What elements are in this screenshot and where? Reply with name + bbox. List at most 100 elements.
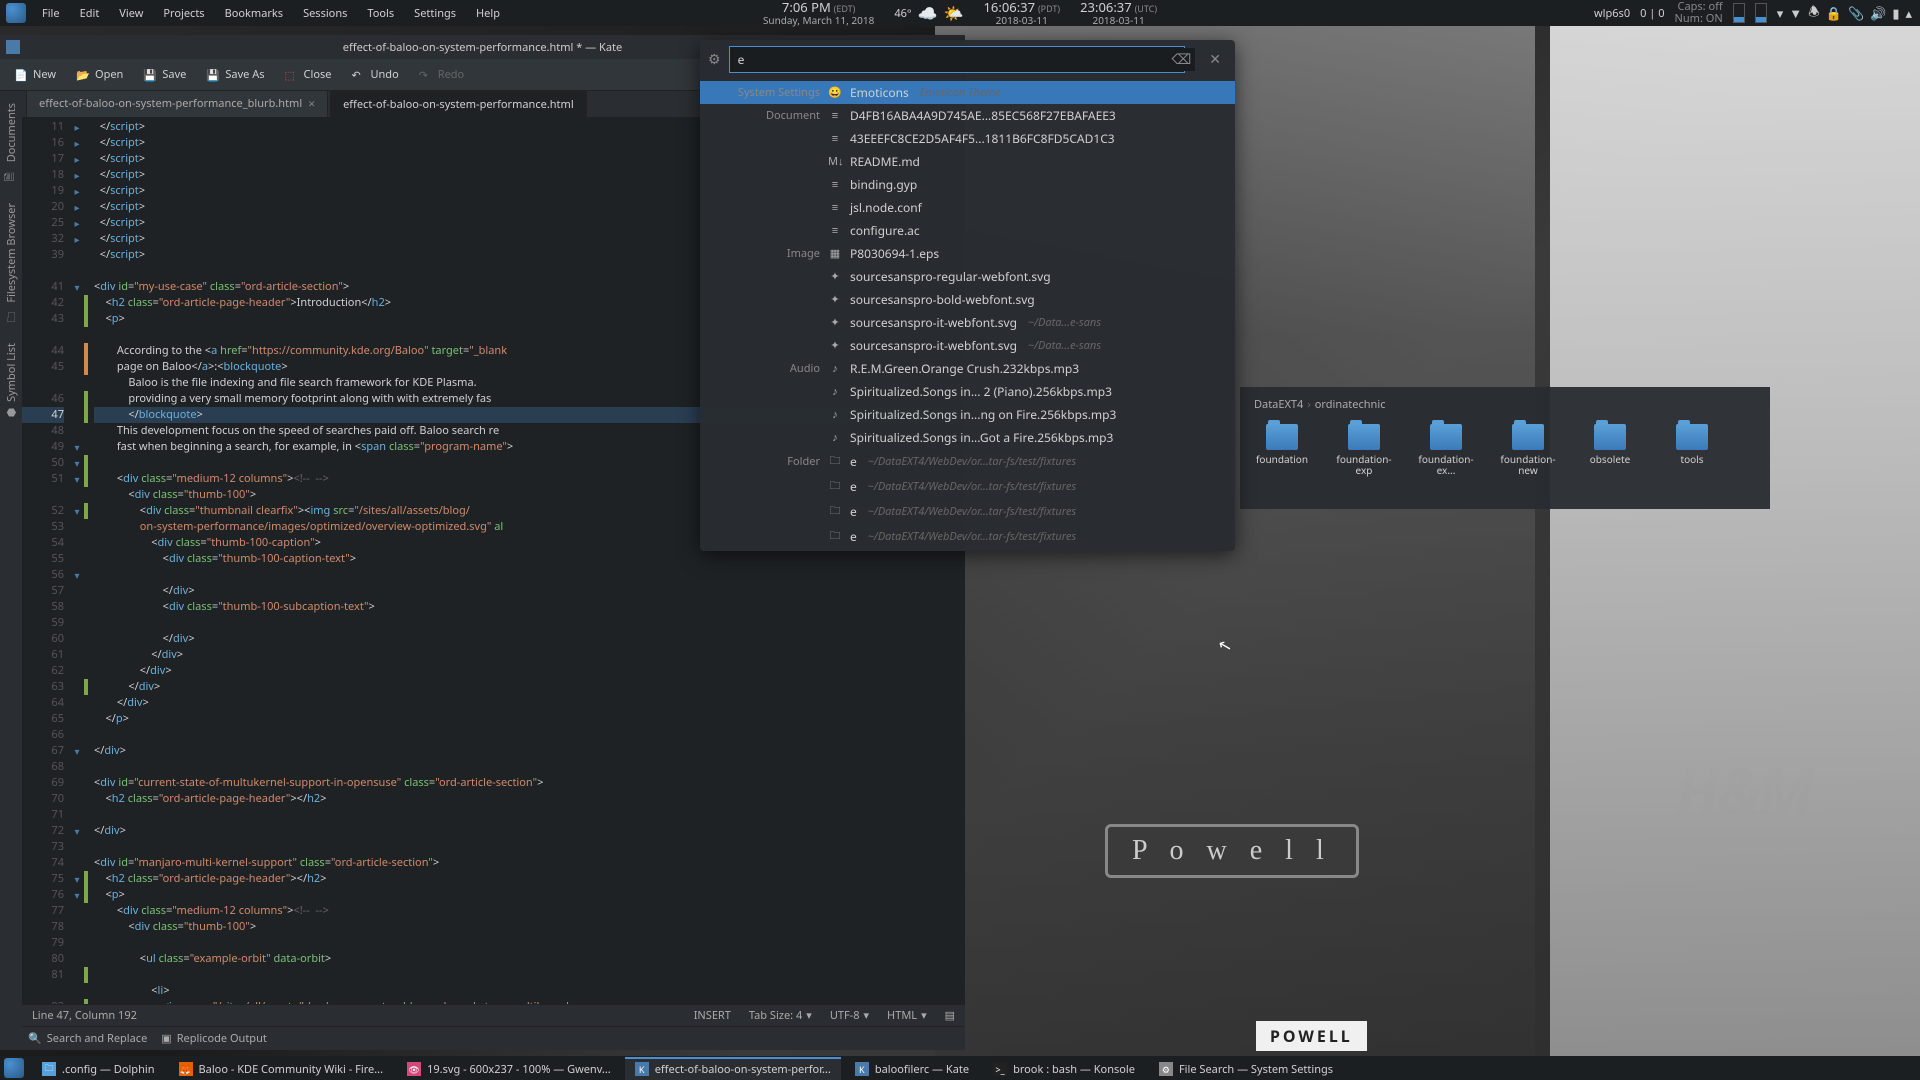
task-item[interactable]: Kbaloofilerc — Kate bbox=[845, 1057, 979, 1080]
krunner-result[interactable]: M↓README.md bbox=[700, 150, 1235, 173]
krunner-clear-icon[interactable]: ⌫ bbox=[1167, 48, 1195, 71]
kate-tab-1[interactable]: effect-of-baloo-on-system-performance.ht… bbox=[330, 91, 587, 117]
battery-icon[interactable]: ▮ bbox=[1892, 4, 1899, 22]
result-icon: M↓ bbox=[828, 154, 842, 169]
task-item[interactable]: >_brook : bash — Konsole bbox=[983, 1057, 1145, 1080]
menu-file[interactable]: File bbox=[32, 1, 70, 26]
close-button[interactable]: ⬚Close bbox=[277, 63, 340, 86]
redo-button[interactable]: ↷Redo bbox=[411, 63, 472, 86]
krunner-result[interactable]: ✦sourcesanspro-it-webfont.svg ~/Data...e… bbox=[700, 311, 1235, 334]
krunner-category: Folder bbox=[710, 454, 820, 469]
menu-tools[interactable]: Tools bbox=[357, 1, 404, 26]
tab-size[interactable]: Tab Size: 4▾ bbox=[749, 1008, 812, 1023]
result-icon: ✦ bbox=[828, 338, 842, 353]
dolphin-breadcrumb[interactable]: DataEXT4›ordinatechnic bbox=[1248, 395, 1762, 414]
krunner-result[interactable]: ✦sourcesanspro-it-webfont.svg ~/Data...e… bbox=[700, 334, 1235, 357]
menu-sessions[interactable]: Sessions bbox=[293, 1, 357, 26]
krunner-result[interactable]: Audio♪R.E.M.Green.Orange Crush.232kbps.m… bbox=[700, 357, 1235, 380]
krunner-result[interactable]: ♪Spiritualized.Songs in...ng on Fire.256… bbox=[700, 403, 1235, 426]
replicode-button[interactable]: ▣Replicode Output bbox=[161, 1031, 267, 1046]
krunner-result[interactable]: ≡jsl.node.conf bbox=[700, 196, 1235, 219]
undo-button[interactable]: ↶Undo bbox=[343, 63, 406, 86]
folder-item[interactable]: foundation-new bbox=[1498, 424, 1558, 476]
menu-settings[interactable]: Settings bbox=[404, 1, 466, 26]
save-button[interactable]: 💾Save bbox=[135, 63, 194, 86]
task-item[interactable]: 🗀.config — Dolphin bbox=[32, 1057, 165, 1080]
chevron-down-icon: ▾ bbox=[921, 1008, 927, 1023]
krunner-close-icon[interactable]: ✕ bbox=[1203, 48, 1227, 71]
language-mode[interactable]: HTML▾ bbox=[887, 1008, 927, 1023]
insert-mode[interactable]: INSERT bbox=[694, 1008, 731, 1023]
folder-icon bbox=[1594, 424, 1626, 450]
folder-item[interactable]: obsolete bbox=[1580, 424, 1640, 476]
menu-bookmarks[interactable]: Bookmarks bbox=[215, 1, 293, 26]
folder-icon bbox=[1430, 424, 1462, 450]
clock-1[interactable]: 16:06:37 (PDT)2018-03-11 bbox=[983, 0, 1060, 26]
bluetooth-icon[interactable]: 🕭 bbox=[1808, 2, 1820, 25]
more-icon[interactable]: ▴ bbox=[1905, 4, 1912, 22]
folder-item[interactable]: foundation-exp bbox=[1334, 424, 1394, 476]
sidebar-filesystem[interactable]: 🗀Filesystem Browser bbox=[0, 195, 23, 333]
gauge-1 bbox=[1733, 3, 1745, 23]
krunner-result[interactable]: ≡configure.ac bbox=[700, 219, 1235, 242]
krunner-result[interactable]: ♪Spiritualized.Songs in...Got a Fire.256… bbox=[700, 426, 1235, 449]
krunner-result[interactable]: Image▦P8030694-1.eps bbox=[700, 242, 1235, 265]
lock-icon[interactable]: 🔒 bbox=[1826, 4, 1842, 22]
network-label[interactable]: wlp6s0 bbox=[1594, 6, 1630, 21]
volume-icon[interactable]: 🔊 bbox=[1870, 4, 1886, 22]
task-item[interactable]: ⚙File Search — System Settings bbox=[1149, 1057, 1343, 1080]
open-button[interactable]: 📂Open bbox=[68, 63, 131, 86]
krunner-result[interactable]: ♪Spiritualized.Songs in... 2 (Piano).256… bbox=[700, 380, 1235, 403]
split-icon[interactable]: ▤ bbox=[945, 1008, 955, 1023]
task-item[interactable]: 🦊Baloo - KDE Community Wiki - Fire... bbox=[169, 1057, 394, 1080]
search-replace-button[interactable]: 🔍Search and Replace bbox=[28, 1031, 147, 1046]
krunner-input[interactable] bbox=[729, 46, 1186, 73]
krunner-result[interactable]: System Settings😀Emoticons Emoticon Theme bbox=[700, 81, 1235, 104]
task-item[interactable]: 👁19.svg - 600x237 - 100% — Gwenv... bbox=[397, 1057, 621, 1080]
krunner-settings-icon[interactable]: ⚙ bbox=[708, 50, 721, 69]
krunner-result[interactable]: ≡43EEEFC8CE2D5AF4F5...1811B6FC8FD5CAD1C3 bbox=[700, 127, 1235, 150]
system-tray[interactable]: ▾ ▼ 🕭 🔒 📎 🔊 ▮ ▴ bbox=[1777, 2, 1912, 25]
folder-item[interactable]: foundation bbox=[1252, 424, 1312, 476]
folder-icon bbox=[1676, 424, 1708, 450]
krunner-result[interactable]: Folder🗀e ~/DataEXT4/WebDev/or...tar-fs/t… bbox=[700, 449, 1235, 474]
saveas-button[interactable]: 💾Save As bbox=[198, 63, 272, 86]
krunner-result[interactable]: 🗀e ~/DataEXT4/WebDev/or...tar-fs/test/fi… bbox=[700, 474, 1235, 499]
menu-edit[interactable]: Edit bbox=[70, 1, 110, 26]
clock-local[interactable]: 7:06 PM (EDT)Sunday, March 11, 2018 bbox=[763, 0, 874, 26]
kate-tab-0[interactable]: effect-of-baloo-on-system-performance_bl… bbox=[26, 91, 328, 117]
sidebar-documents[interactable]: 🗎Documents bbox=[0, 95, 23, 193]
menu-help[interactable]: Help bbox=[466, 1, 510, 26]
result-icon: ✦ bbox=[828, 269, 842, 284]
kickoff-icon[interactable] bbox=[4, 1058, 24, 1078]
menu-view[interactable]: View bbox=[109, 1, 153, 26]
folder-item[interactable]: tools bbox=[1662, 424, 1722, 476]
krunner-result[interactable]: ✦sourcesanspro-regular-webfont.svg bbox=[700, 265, 1235, 288]
krunner-result[interactable]: Document≡D4FB16ABA4A9D745AE...85EC568F27… bbox=[700, 104, 1235, 127]
krunner-result[interactable]: 🗀e ~/DataEXT4/WebDev/or...tar-fs/test/fi… bbox=[700, 524, 1235, 549]
global-menubar: FileEditViewProjectsBookmarksSessionsToo… bbox=[32, 1, 510, 26]
sidebar-symbols[interactable]: ⬢Symbol List bbox=[2, 335, 21, 427]
krunner-result[interactable]: ✦sourcesanspro-bold-webfont.svg bbox=[700, 288, 1235, 311]
task-item[interactable]: Keffect-of-baloo-on-system-perfor... bbox=[625, 1057, 841, 1080]
wifi-icon[interactable]: ▼ bbox=[1789, 4, 1802, 22]
clock-2[interactable]: 23:06:37 (UTC)2018-03-11 bbox=[1080, 0, 1157, 26]
krunner-result[interactable]: ≡binding.gyp bbox=[700, 173, 1235, 196]
new-button[interactable]: 📄New bbox=[6, 63, 64, 86]
tab-close-icon[interactable]: × bbox=[308, 95, 315, 112]
result-icon: ✦ bbox=[828, 315, 842, 330]
encoding[interactable]: UTF-8▾ bbox=[830, 1008, 869, 1023]
weather[interactable]: 46°☁️🌤️ bbox=[894, 2, 963, 24]
pager[interactable]: 0 | 0 bbox=[1640, 6, 1664, 21]
taskbar: 🗀.config — Dolphin🦊Baloo - KDE Community… bbox=[28, 1057, 1343, 1080]
clip-icon[interactable]: 📎 bbox=[1848, 4, 1864, 22]
menu-projects[interactable]: Projects bbox=[153, 1, 214, 26]
folder-item[interactable]: foundation-ex... bbox=[1416, 424, 1476, 476]
expand-icon[interactable]: ▾ bbox=[1777, 4, 1784, 22]
kde-menu-icon[interactable] bbox=[6, 3, 26, 23]
folder-icon bbox=[1348, 424, 1380, 450]
result-icon: 🗀 bbox=[828, 502, 842, 521]
krunner-result[interactable]: 🗀e ~/DataEXT4/WebDev/or...tar-fs/test/fi… bbox=[700, 499, 1235, 524]
result-icon: ♪ bbox=[828, 384, 842, 399]
wallpaper-sign: P o w e l l bbox=[1105, 824, 1359, 878]
